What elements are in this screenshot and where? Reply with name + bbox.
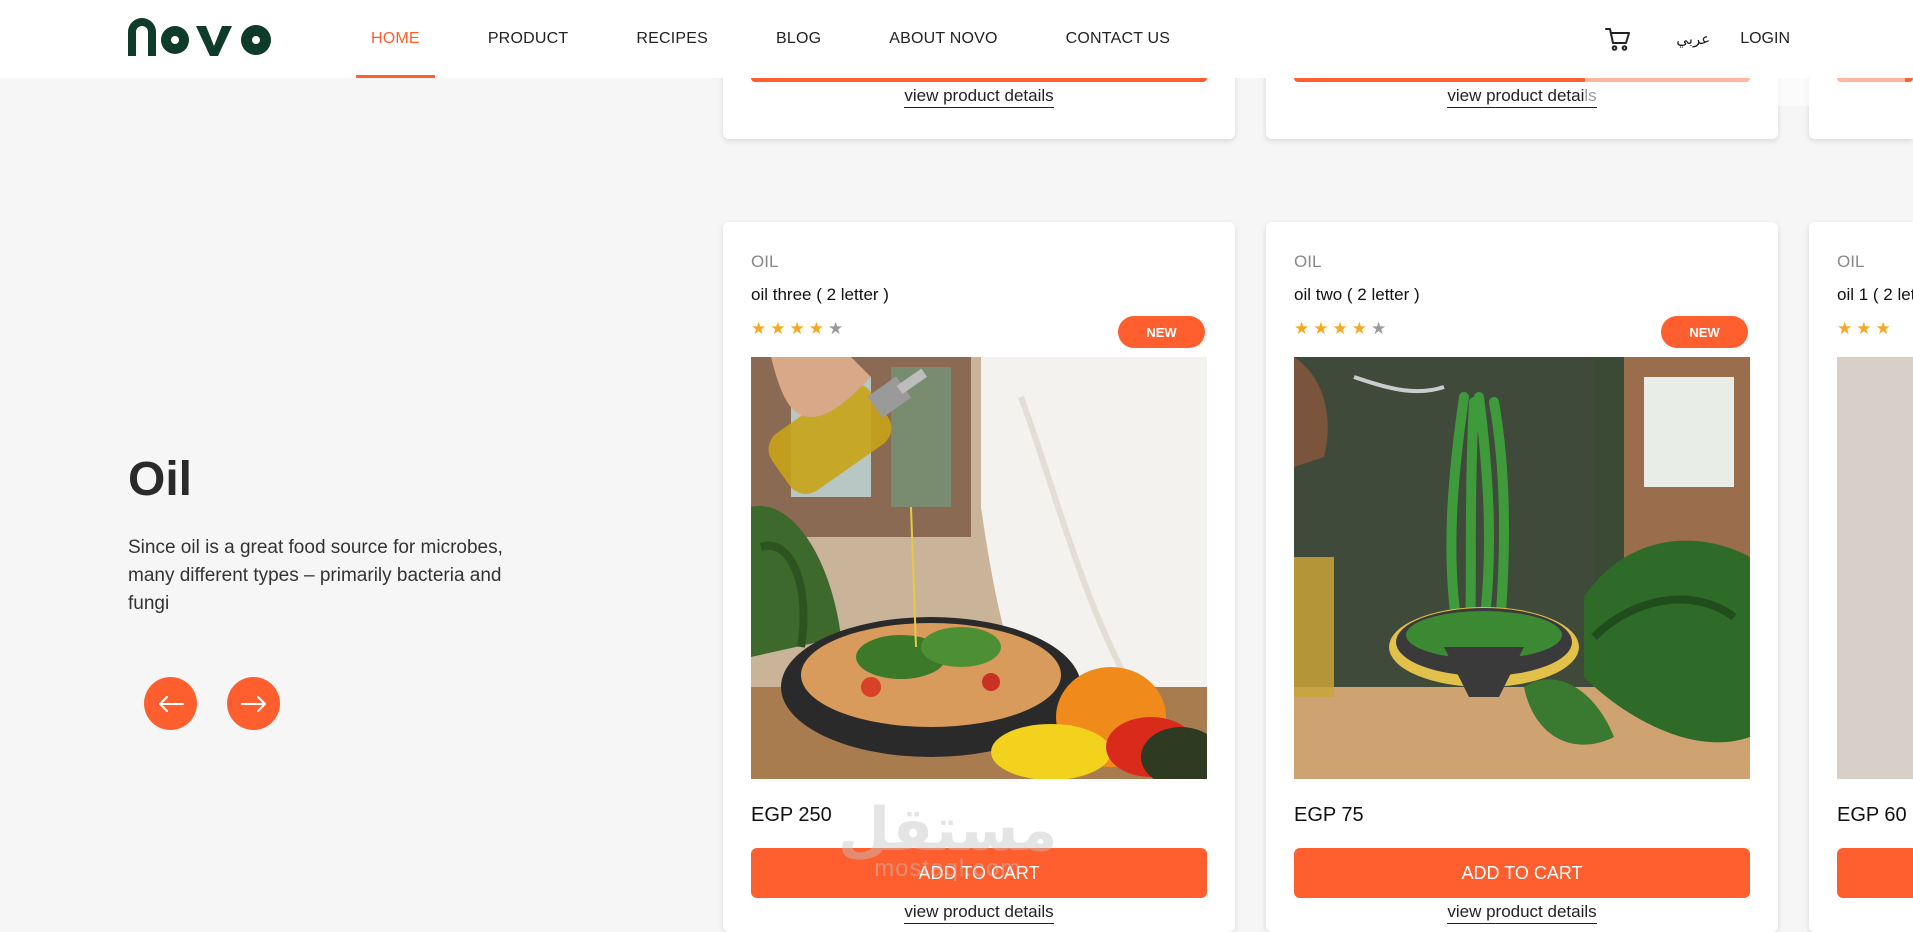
next-slide-button[interactable] [227, 677, 280, 730]
product-card: OIL oil 1 ( 2 letter ) ★ ★ ★ EGP 60 [1809, 222, 1913, 932]
add-to-cart-button[interactable]: ADD TO CART [1294, 848, 1750, 898]
star-icon: ★ [751, 319, 767, 339]
product-category: OIL [751, 252, 779, 271]
product-card: OIL oil three ( 2 letter ) ★ ★ ★ ★ ★ NEW [723, 222, 1235, 932]
product-name[interactable]: oil 1 ( 2 letter ) [1837, 285, 1913, 305]
product-category: OIL [1837, 252, 1865, 271]
arrow-right-icon [240, 695, 266, 712]
product-image[interactable] [1837, 357, 1913, 779]
green-noodles-photo [1294, 357, 1750, 779]
cart-icon[interactable] [1604, 25, 1632, 53]
section-description: Since oil is a great food source for mic… [128, 537, 503, 614]
product-price: EGP 250 [751, 804, 832, 826]
star-icon: ★ [1856, 319, 1872, 339]
nav-contact[interactable]: CONTACT US [1051, 0, 1186, 78]
new-badge: NEW [1118, 316, 1205, 348]
dropdown-shadow [1585, 58, 1905, 106]
star-icon: ★ [1371, 319, 1387, 339]
rating-stars: ★ ★ ★ ★ ★ [1294, 321, 1390, 338]
product-name[interactable]: oil two ( 2 letter ) [1294, 285, 1420, 305]
rating-stars: ★ ★ ★ ★ ★ [751, 321, 847, 338]
section-title: Oil [128, 453, 193, 506]
novo-logo[interactable] [128, 18, 276, 56]
product-price: EGP 75 [1294, 804, 1364, 826]
oil-salad-photo [751, 357, 1207, 779]
nav-recipes[interactable]: RECIPES [621, 0, 723, 78]
star-icon: ★ [1294, 319, 1310, 339]
star-icon: ★ [1351, 319, 1367, 339]
product-image[interactable] [751, 357, 1207, 779]
nav-home[interactable]: HOME [356, 0, 435, 78]
view-details-link[interactable]: view product details [723, 902, 1235, 924]
star-icon: ★ [828, 319, 844, 339]
new-badge: NEW [1661, 316, 1748, 348]
add-to-cart-button-edge[interactable] [751, 78, 1207, 82]
prev-slide-button[interactable] [144, 677, 197, 730]
product-name[interactable]: oil three ( 2 letter ) [751, 285, 889, 305]
rating-stars: ★ ★ ★ [1837, 321, 1895, 338]
star-icon: ★ [1875, 319, 1891, 339]
view-details-link[interactable]: view product details [723, 86, 1235, 108]
product-image[interactable] [1294, 357, 1750, 779]
main-nav: HOME PRODUCT RECIPES BLOG ABOUT NOVO CON… [356, 0, 1223, 78]
star-icon: ★ [808, 319, 824, 339]
star-icon: ★ [789, 319, 805, 339]
view-details-link[interactable]: view product details [1266, 902, 1778, 924]
nav-product[interactable]: PRODUCT [473, 0, 584, 78]
star-icon: ★ [770, 319, 786, 339]
arrow-left-icon [158, 695, 184, 712]
product-price: EGP 60 [1837, 804, 1907, 826]
product-category: OIL [1294, 252, 1322, 271]
language-switch[interactable]: عربي [1676, 30, 1710, 48]
star-icon: ★ [1313, 319, 1329, 339]
add-to-cart-button[interactable]: ADD TO CART [751, 848, 1207, 898]
nav-blog[interactable]: BLOG [761, 0, 836, 78]
product-card: OIL oil two ( 2 letter ) ★ ★ ★ ★ ★ NEW E [1266, 222, 1778, 932]
nav-about[interactable]: ABOUT NOVO [874, 0, 1012, 78]
add-to-cart-button[interactable] [1837, 848, 1913, 898]
star-icon: ★ [1837, 319, 1853, 339]
login-link[interactable]: LOGIN [1740, 30, 1790, 48]
star-icon: ★ [1332, 319, 1348, 339]
